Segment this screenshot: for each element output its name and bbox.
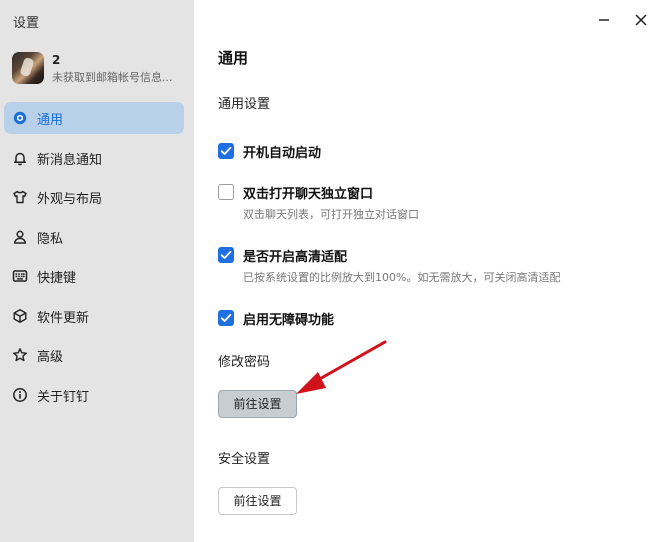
option-description: 已按系统设置的比例放大到100%。如无需放大，可关闭高清适配 bbox=[243, 271, 561, 284]
sidebar-item-privacy[interactable]: 隐私 bbox=[4, 221, 184, 253]
sidebar-item-appearance[interactable]: 外观与布局 bbox=[4, 181, 184, 213]
double-click-window-checkbox[interactable] bbox=[218, 184, 234, 200]
person-icon bbox=[14, 230, 26, 244]
checkmark-icon bbox=[220, 313, 232, 322]
checkmark-icon bbox=[220, 146, 232, 155]
sidebar-item-advanced[interactable]: 高级 bbox=[4, 339, 184, 371]
option-label: 启用无障碍功能 bbox=[243, 313, 335, 328]
option-description: 双击聊天列表，可打开独立对话窗口 bbox=[243, 208, 419, 221]
minimize-icon[interactable] bbox=[596, 12, 612, 28]
option-label: 双击打开聊天独立窗口 bbox=[243, 187, 374, 202]
info-icon bbox=[13, 387, 27, 402]
change-password-button[interactable]: 前往设置 bbox=[218, 390, 297, 418]
sidebar-item-label: 外观与布局 bbox=[37, 192, 103, 207]
sidebar-item-about[interactable]: 关于钉钉 bbox=[4, 379, 184, 411]
security-settings-heading: 安全设置 bbox=[218, 452, 271, 467]
sidebar-item-label: 软件更新 bbox=[37, 310, 90, 326]
general-settings-heading: 通用设置 bbox=[218, 97, 271, 112]
accessibility-checkbox[interactable] bbox=[218, 310, 234, 326]
sidebar-item-updates[interactable]: 软件更新 bbox=[4, 300, 184, 332]
sidebar-item-notifications[interactable]: 新消息通知 bbox=[4, 142, 184, 174]
change-password-heading: 修改密码 bbox=[218, 355, 271, 370]
sidebar: 设置 2 未获取到邮箱帐号信息... 通用 新消息通知 外观与布局 隐私 快捷键… bbox=[0, 0, 194, 542]
bell-icon bbox=[14, 152, 26, 165]
shirt-icon bbox=[13, 190, 27, 204]
auto-start-checkbox[interactable] bbox=[218, 143, 234, 159]
checkmark-icon bbox=[220, 250, 232, 259]
profile-subtitle: 未获取到邮箱帐号信息... bbox=[52, 71, 173, 84]
star-icon bbox=[13, 348, 27, 362]
cube-icon bbox=[13, 308, 27, 323]
security-settings-button[interactable]: 前往设置 bbox=[218, 487, 297, 515]
option-label: 开机自动启动 bbox=[243, 146, 322, 161]
keyboard-icon bbox=[12, 270, 28, 282]
sidebar-item-label: 快捷键 bbox=[37, 271, 77, 286]
hd-adaptation-checkbox[interactable] bbox=[218, 247, 234, 263]
app-title: 设置 bbox=[13, 16, 40, 31]
gear-icon bbox=[13, 111, 27, 125]
sidebar-nav: 通用 新消息通知 外观与布局 隐私 快捷键 软件更新 高级 关于钉钉 bbox=[4, 102, 184, 418]
sidebar-item-label: 关于钉钉 bbox=[37, 389, 90, 405]
page-title: 通用 bbox=[218, 49, 249, 67]
sidebar-item-label: 通用 bbox=[37, 113, 64, 128]
sidebar-item-label: 高级 bbox=[37, 350, 64, 365]
profile-name: 2 bbox=[52, 53, 61, 67]
sidebar-item-label: 隐私 bbox=[37, 231, 64, 247]
profile-card[interactable]: 2 未获取到邮箱帐号信息... bbox=[12, 52, 192, 86]
sidebar-item-label: 新消息通知 bbox=[37, 152, 103, 168]
option-label: 是否开启高清适配 bbox=[243, 250, 348, 265]
avatar[interactable] bbox=[12, 52, 44, 84]
sidebar-item-shortcuts[interactable]: 快捷键 bbox=[4, 260, 184, 292]
close-icon[interactable] bbox=[633, 12, 649, 28]
sidebar-item-general[interactable]: 通用 bbox=[4, 102, 184, 134]
